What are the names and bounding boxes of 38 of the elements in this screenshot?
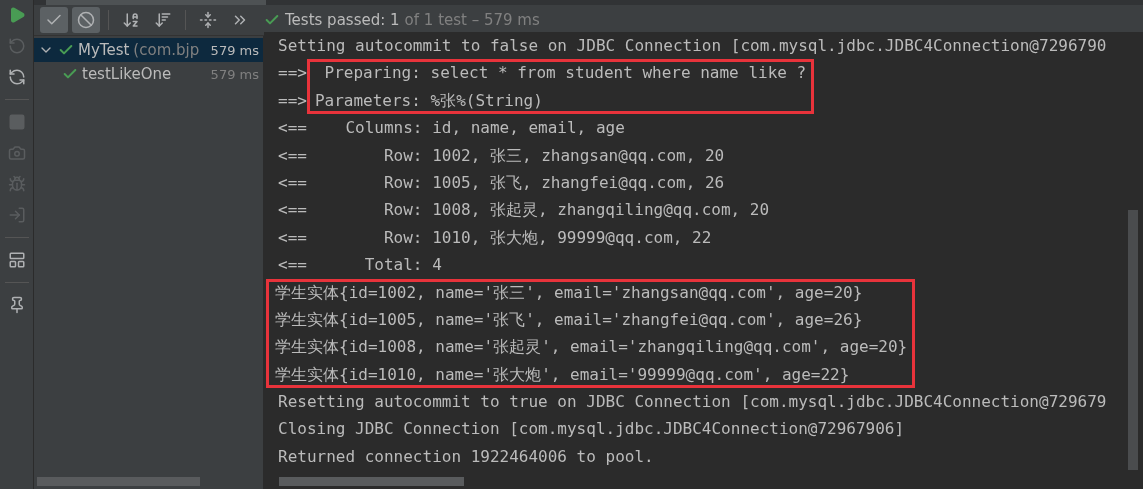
console-line: <== Row: 1002, 张三, zhangsan@qq.com, 20 (278, 144, 726, 167)
console-line: Parameters: %张%(String) (314, 89, 544, 112)
console-line: <== Row: 1010, 张大炮, 99999@qq.com, 22 (278, 226, 713, 249)
test-duration: 579 ms (210, 66, 260, 82)
test-duration: 579 ms (210, 42, 260, 58)
console-line: 学生实体{id=1008, name='张起灵', email='zhangqiling@qq.com', age=20} (275, 336, 908, 359)
ban-button[interactable] (72, 7, 100, 33)
console-line: <== Columns: id, name, email, age (278, 117, 626, 140)
console-line: 学生实体{id=1005, name='张飞', email='zhangfei@qq.com', age=26} (275, 308, 864, 331)
test-package: (com.bjp (133, 41, 200, 59)
console-line: Setting autocommit to false on JDBC Connection [com.mysql.jdbc.JDBC4Connection@7296790 (278, 35, 1107, 57)
console-line: <== Total: 4 (278, 254, 443, 277)
sort-alpha-icon (122, 11, 140, 29)
console-line: Returned connection 1922464006 to pool. (278, 445, 655, 468)
tree-item[interactable]: testLikeOne 579 ms (34, 62, 263, 86)
test-name: testLikeOne (82, 65, 172, 83)
console-line: Preparing: select * from student where name like ? (323, 62, 807, 85)
status-detail: of 1 test – 579 ms (404, 11, 540, 29)
console-line: <== Row: 1008, 张起灵, zhangqiling@qq.com, 20 (278, 199, 770, 222)
scrollbar[interactable] (37, 477, 200, 486)
layout-icon[interactable] (7, 251, 26, 269)
console-line: <== Row: 1005, 张飞, zhangfei@qq.com, 26 (278, 171, 726, 194)
console-line: 学生实体{id=1002, name='张三', email='zhangsan@qq.com', age=20} (275, 281, 864, 304)
refresh-icon[interactable] (7, 68, 26, 86)
tree-item[interactable]: MyTest (com.bjp 579 ms (34, 38, 263, 62)
collapse-icon (199, 11, 217, 29)
check-button[interactable] (40, 7, 68, 33)
ban-icon (77, 11, 95, 29)
console-line: 学生实体{id=1010, name='张大炮', email='99999@qq.com', age=22} (275, 363, 851, 386)
status-text: Tests passed: 1 (285, 11, 400, 29)
console-line: Resetting autocommit to true on JDBC Connection [com.mysql.jdbc.JDBC4Connection@729679 (278, 391, 1107, 414)
console-prefix: ==> (278, 89, 307, 112)
console-prefix: ==> (278, 62, 307, 85)
console-line: Closing JDBC Connection [com.mysql.jdbc.JDBC4Connection@72967906] (278, 418, 906, 441)
test-name: MyTest (78, 41, 130, 59)
scrollbar[interactable] (1128, 210, 1138, 470)
scrollbar[interactable] (279, 477, 464, 486)
sort-icon (154, 11, 172, 29)
